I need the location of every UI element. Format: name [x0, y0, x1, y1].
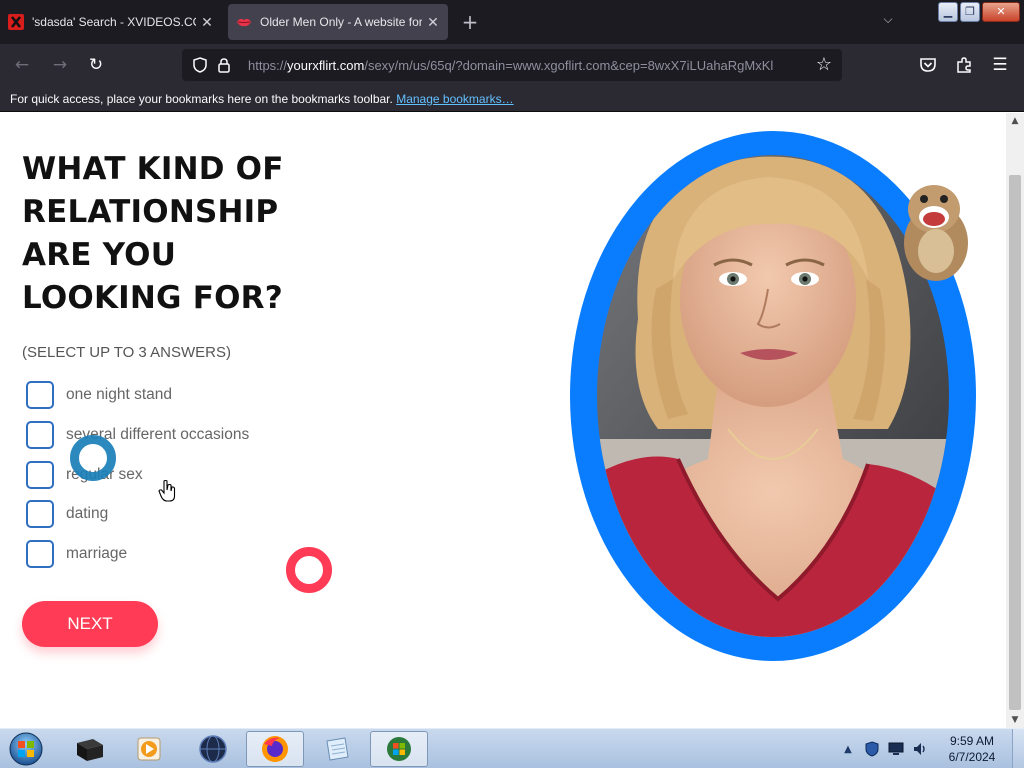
cartoon-mascot-icon [904, 185, 968, 281]
checkbox[interactable] [26, 381, 54, 409]
bookmarks-hint: For quick access, place your bookmarks h… [10, 92, 393, 106]
address-bar[interactable]: https://yourxflirt.com/sexy/m/us/65q/?do… [182, 49, 842, 81]
click-indicator-ring [70, 435, 116, 481]
media-player-icon[interactable] [120, 731, 178, 767]
option-marriage[interactable]: marriage [26, 540, 249, 568]
select-hint: (SELECT UP TO 3 ANSWERS) [22, 344, 231, 361]
black-box-app-icon[interactable] [60, 731, 118, 767]
navigation-toolbar: ← → ↻ https://yourxflirt.com/sexy/m/us/6… [0, 44, 1024, 86]
option-label: dating [66, 505, 109, 523]
restore-button[interactable]: ❐ [960, 2, 980, 22]
scroll-down-arrow-icon[interactable]: ▼ [1006, 712, 1024, 728]
vertical-scrollbar[interactable]: ▲ ▼ [1006, 113, 1024, 728]
url-text[interactable]: https://yourxflirt.com/sexy/m/us/65q/?do… [248, 58, 808, 73]
system-tray: ▲ [840, 735, 928, 763]
scroll-thumb[interactable] [1009, 175, 1021, 710]
checkbox[interactable] [26, 540, 54, 568]
checkbox[interactable] [26, 420, 54, 449]
tab-title: Older Men Only - A website for [260, 15, 422, 29]
forward-arrow-icon[interactable]: → [48, 53, 72, 77]
option-label: one night stand [66, 386, 173, 403]
firefox-icon[interactable] [246, 731, 304, 767]
windows-taskbar: ▲ 9:59 AM 6/7/2024 [0, 728, 1024, 768]
url-scheme: https:// [248, 57, 288, 73]
list-all-tabs-chevron-icon[interactable]: ⌵ [876, 12, 900, 32]
new-tab-button[interactable]: + [458, 10, 482, 34]
hamburger-menu-icon[interactable]: ☰ [988, 53, 1012, 77]
option-dating[interactable]: dating [26, 500, 249, 529]
network-monitor-icon[interactable] [888, 741, 904, 757]
window-controls: ▁ ❐ ✕ [938, 2, 1020, 22]
taskbar-clock[interactable]: 9:59 AM 6/7/2024 [936, 733, 1008, 765]
volume-speaker-icon[interactable] [912, 741, 928, 757]
question-heading: WHAT KIND OF RELATIONSHIP ARE YOU LOOKIN… [22, 151, 284, 316]
clock-time: 9:59 AM [949, 734, 995, 748]
option-label: marriage [66, 545, 128, 562]
show-hidden-icons-chevron-icon[interactable]: ▲ [840, 741, 856, 757]
x-logo-icon [8, 14, 24, 30]
close-tab-icon[interactable]: ✕ [426, 14, 440, 31]
bookmarks-toolbar: For quick access, place your bookmarks h… [0, 86, 1024, 112]
tab-bar: 'sdasda' Search - XVIDEOS.COM ✕ Older Me… [0, 0, 1024, 44]
reload-icon[interactable]: ↻ [84, 53, 108, 77]
defender-shield-icon[interactable] [864, 741, 880, 757]
option-one-night-stand[interactable]: one night stand [26, 381, 249, 409]
clock-date: 6/7/2024 [948, 750, 996, 764]
checkbox[interactable] [26, 460, 54, 489]
tab-title: 'sdasda' Search - XVIDEOS.COM [32, 15, 196, 29]
start-button-icon[interactable] [6, 731, 46, 767]
shield-icon[interactable] [190, 55, 210, 75]
tab-xvideos-search[interactable]: 'sdasda' Search - XVIDEOS.COM ✕ [0, 4, 222, 40]
pocket-icon[interactable] [916, 53, 940, 77]
minimize-button[interactable]: ▁ [938, 2, 958, 22]
checkbox[interactable] [26, 500, 54, 529]
close-tab-icon[interactable]: ✕ [200, 14, 214, 31]
decorative-ring [286, 547, 332, 593]
extensions-puzzle-icon[interactable] [952, 53, 976, 77]
tab-older-men-only[interactable]: Older Men Only - A website for ✕ [228, 4, 448, 40]
url-path: /sexy/m/us/65q/?domain=www.xgoflirt.com&… [364, 57, 774, 73]
windows-flag-app-icon[interactable] [370, 731, 428, 767]
option-regular-sex[interactable]: regular sex [26, 460, 249, 489]
lips-icon [236, 14, 252, 30]
manage-bookmarks-link[interactable]: Manage bookmarks… [396, 92, 513, 106]
notepad-icon[interactable] [308, 731, 366, 767]
lock-icon[interactable] [214, 55, 234, 75]
close-window-button[interactable]: ✕ [982, 2, 1020, 22]
back-arrow-icon[interactable]: ← [10, 53, 34, 77]
scroll-up-arrow-icon[interactable]: ▲ [1006, 113, 1024, 129]
next-button[interactable]: NEXT [22, 601, 158, 647]
answer-options: one night stand several different occasi… [26, 381, 249, 580]
globe-app-icon[interactable] [184, 731, 242, 767]
url-host: yourxflirt.com [287, 57, 365, 73]
page-content: WHAT KIND OF RELATIONSHIP ARE YOU LOOKIN… [0, 113, 1006, 728]
hand-cursor-icon [158, 479, 176, 502]
show-desktop-button[interactable] [1012, 729, 1024, 768]
option-several-different-occasions[interactable]: several different occasions [26, 420, 249, 449]
bookmark-star-icon[interactable]: ☆ [812, 53, 836, 77]
